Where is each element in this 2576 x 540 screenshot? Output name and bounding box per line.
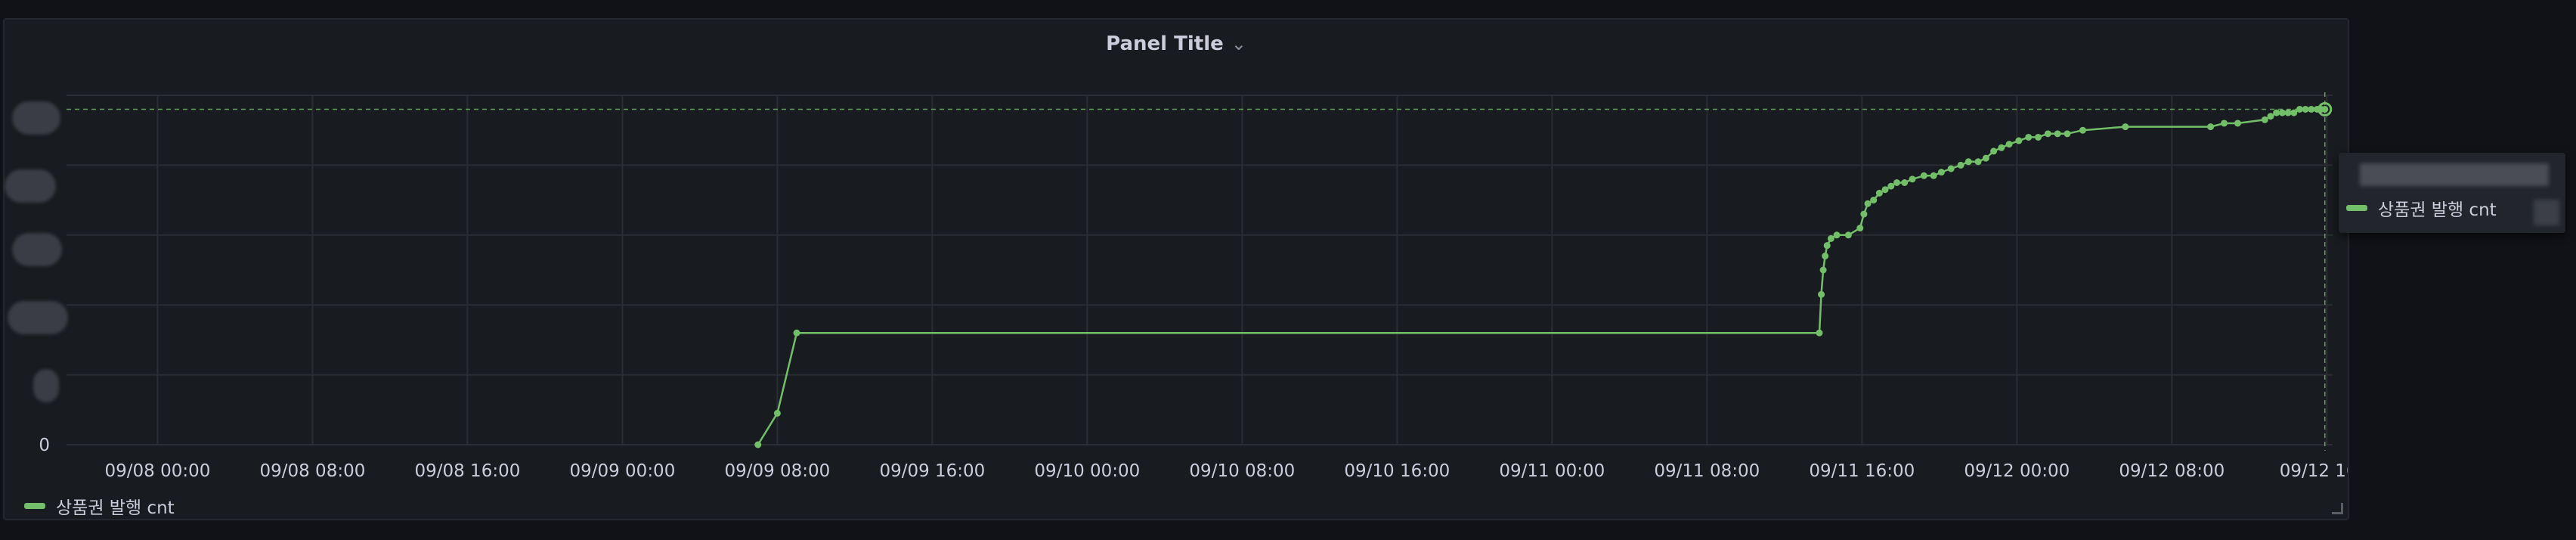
y-axis-label-blurred — [8, 301, 68, 334]
data-point — [1822, 253, 1829, 260]
data-point — [1965, 158, 1972, 166]
data-point — [2122, 123, 2129, 131]
tooltip-row: 상품권 발행 cnt — [2346, 195, 2497, 221]
resize-handle[interactable] — [2332, 503, 2343, 514]
x-tick-label: 09/08 16:00 — [414, 461, 520, 481]
data-point — [1974, 158, 1982, 166]
x-tick-label: 09/10 08:00 — [1189, 461, 1295, 481]
data-point — [1864, 200, 1872, 207]
data-point — [1819, 266, 1827, 274]
data-point — [2261, 116, 2268, 123]
data-point — [1875, 189, 1883, 197]
data-point — [1870, 197, 1878, 204]
data-point — [2234, 119, 2241, 127]
data-point — [1887, 182, 1895, 190]
x-tick-label: 09/11 00:00 — [1499, 461, 1605, 481]
data-point — [2044, 130, 2051, 138]
data-point — [1947, 165, 1955, 172]
data-point — [2015, 137, 2023, 144]
data-point — [1901, 179, 1909, 186]
x-tick-label: 09/09 00:00 — [569, 461, 675, 481]
data-point — [1833, 231, 1841, 239]
y-axis-label-blurred — [33, 369, 59, 402]
data-point — [2035, 133, 2042, 141]
graph-panel: Panel Title ⌄ 09/08 00:00 09/08 08:00 09/0… — [3, 18, 2349, 520]
x-tick-label: 09/11 08:00 — [1654, 461, 1760, 481]
x-tick-label: 09/11 16:00 — [1809, 461, 1915, 481]
x-tick-label: 09/12 08:00 — [2119, 461, 2225, 481]
data-point — [2308, 105, 2315, 113]
data-point — [1860, 210, 1868, 218]
data-point — [2321, 105, 2329, 113]
data-point — [1920, 172, 1927, 179]
data-point — [1998, 144, 2005, 151]
x-tick-label: 09/08 08:00 — [259, 461, 365, 481]
data-point — [1930, 172, 1937, 179]
data-point — [1893, 179, 1900, 186]
x-tick-label: 09/10 16:00 — [1344, 461, 1450, 481]
data-point — [754, 441, 762, 448]
data-point — [1827, 234, 1834, 242]
data-point — [2273, 109, 2280, 116]
x-tick-label: 09/09 16:00 — [879, 461, 985, 481]
data-point — [2296, 105, 2303, 113]
data-point — [2221, 119, 2228, 127]
x-tick-label: 09/12 00:00 — [1964, 461, 2070, 481]
data-point — [2025, 133, 2033, 141]
x-tick-label: 09/10 00:00 — [1034, 461, 1140, 481]
data-point — [2267, 113, 2274, 120]
data-point — [1818, 290, 1825, 298]
data-point — [1982, 154, 1989, 162]
time-series-chart[interactable]: 09/08 00:00 09/08 08:00 09/08 16:00 09/09 0… — [5, 20, 2348, 519]
data-point — [773, 409, 781, 417]
data-point — [1937, 169, 1945, 176]
data-point — [2284, 109, 2292, 116]
data-point — [2302, 105, 2309, 113]
hover-tooltip: 상품권 발행 cnt — [2339, 153, 2565, 233]
tooltip-series-swatch — [2346, 205, 2367, 211]
y-tick-label: 0 — [39, 436, 50, 455]
data-point — [2207, 123, 2215, 131]
data-point — [2079, 126, 2086, 134]
legend-swatch — [24, 503, 45, 509]
tooltip-value-blurred — [2534, 200, 2559, 225]
data-point — [1957, 161, 1965, 169]
y-axis-label-blurred — [12, 233, 62, 266]
x-tick-label: 09/12 16:0 — [2280, 461, 2348, 481]
data-point — [1816, 329, 1823, 337]
tooltip-timestamp-blurred — [2360, 163, 2549, 186]
data-point — [1909, 175, 1916, 183]
data-point — [2290, 109, 2298, 116]
data-point — [793, 329, 800, 337]
y-axis-label-blurred — [12, 101, 60, 135]
data-point — [1856, 225, 1864, 232]
tooltip-series-label: 상품권 발행 cnt — [2378, 200, 2497, 220]
data-point — [1823, 242, 1831, 250]
x-tick-label: 09/08 00:00 — [104, 461, 210, 481]
data-point — [1881, 186, 1889, 194]
series-line — [757, 108, 2325, 445]
y-axis-label-blurred — [5, 169, 56, 203]
legend[interactable]: 상품권 발행 cnt — [24, 493, 175, 519]
data-point — [1844, 231, 1852, 239]
data-point — [2005, 141, 2013, 148]
data-point — [2054, 130, 2061, 138]
data-point — [2278, 109, 2286, 116]
data-point — [2064, 130, 2071, 138]
x-tick-label: 09/09 08:00 — [724, 461, 830, 481]
data-point — [1990, 147, 1998, 155]
legend-label[interactable]: 상품권 발행 cnt — [56, 493, 175, 519]
